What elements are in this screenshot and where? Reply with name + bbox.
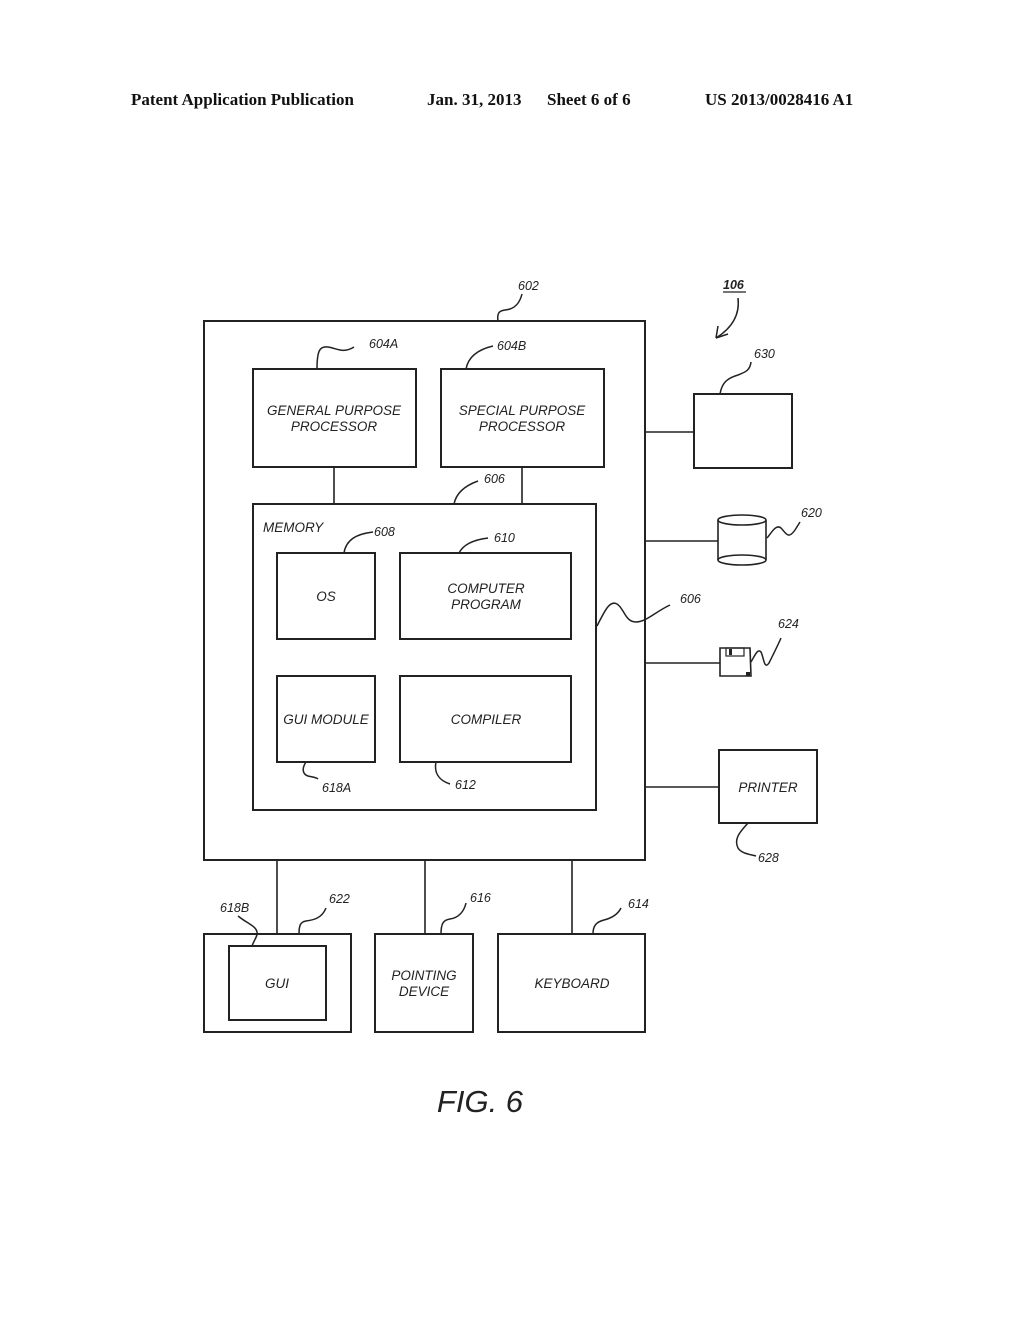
computer-program-label-2: PROGRAM <box>451 597 522 612</box>
storage-ref: 620 <box>801 506 822 520</box>
computer-ref: 602 <box>518 279 539 293</box>
memory-label: MEMORY <box>263 520 324 535</box>
gui-module-ref: 618A <box>322 781 351 795</box>
floppy-notch-icon <box>746 672 750 676</box>
pointing-device-leader <box>440 902 467 935</box>
system-ref-label: 106 <box>723 278 745 292</box>
computer-box <box>203 320 646 861</box>
bus-top-ref: 606 <box>484 472 505 486</box>
system-arrow-icon <box>715 297 740 339</box>
bus-right-ref: 606 <box>680 592 701 606</box>
storage-cylinder-icon <box>717 520 767 566</box>
peripheral-630-ref: 630 <box>754 347 775 361</box>
computer-program-label-1: COMPUTER <box>447 581 525 596</box>
pointing-device-label-2: DEVICE <box>399 984 450 999</box>
floppy-disk-icon <box>719 647 752 677</box>
pointing-device-box <box>374 933 474 1033</box>
pointing-device-label-1: POINTING <box>391 968 456 983</box>
compiler-leader <box>434 761 451 785</box>
display-ref: 622 <box>329 892 350 906</box>
gui-module-label: GUI MODULE <box>283 712 370 727</box>
os-ref: 608 <box>374 525 395 539</box>
printer-628: PRINTER 628 <box>645 749 818 865</box>
special-processor-ref: 604B <box>497 339 526 353</box>
computer-602: 602 <box>203 279 646 861</box>
memory: MEMORY OS 608 COMPUTER PROGRAM 610 GUI M… <box>252 503 597 811</box>
floppy-shutter-slot-icon <box>729 649 732 655</box>
printer-leader <box>735 822 757 857</box>
system-reference: 106 <box>715 278 746 339</box>
floppy-ref: 624 <box>778 617 799 631</box>
printer-ref: 628 <box>758 851 779 865</box>
computer-program-ref: 610 <box>494 531 515 545</box>
keyboard-label: KEYBOARD <box>534 976 609 991</box>
storage-620: 620 <box>645 506 822 566</box>
special-processor-leader <box>465 345 494 370</box>
special-processor-label-2: PROCESSOR <box>479 419 566 434</box>
computer-leader <box>496 293 523 322</box>
os-label: OS <box>316 589 336 604</box>
floppy-624: 624 <box>645 617 799 677</box>
bus-top-leader <box>453 480 479 505</box>
general-processor-box <box>252 368 417 468</box>
general-purpose-processor: GENERAL PURPOSE PROCESSOR 604A <box>252 337 417 468</box>
special-purpose-processor: SPECIAL PURPOSE PROCESSOR 604B <box>440 339 605 468</box>
gui-ref: 618B <box>220 901 249 915</box>
floppy-leader <box>750 637 782 666</box>
storage-cylinder-bottom-icon <box>717 554 767 561</box>
pointing-device-616: POINTING DEVICE 616 <box>374 891 491 1033</box>
figure-6-diagram: 106 602 GENERAL PURPOSE PROCESSOR 604A S… <box>203 278 822 1119</box>
keyboard-leader <box>592 907 622 935</box>
special-processor-label-1: SPECIAL PURPOSE <box>459 403 587 418</box>
special-processor-box <box>440 368 605 468</box>
computer-program-box <box>399 552 572 640</box>
gui-label: GUI <box>265 976 289 991</box>
general-processor-leader <box>316 346 355 370</box>
storage-leader <box>766 521 801 539</box>
pointing-device-ref: 616 <box>470 891 491 905</box>
computer-program-leader <box>458 537 489 554</box>
bus-right-leader <box>596 602 671 627</box>
floppy-shutter-icon <box>725 647 745 657</box>
peripheral-630: 630 <box>645 347 793 469</box>
gui-module-leader <box>302 761 319 780</box>
general-processor-label-1: GENERAL PURPOSE <box>267 403 402 418</box>
figure-caption: FIG. 6 <box>437 1084 524 1119</box>
peripheral-630-leader <box>719 361 752 395</box>
os-leader <box>343 531 374 554</box>
gui-leader <box>237 915 258 947</box>
compiler-ref: 612 <box>455 778 476 792</box>
display-leader <box>298 907 327 935</box>
printer-label: PRINTER <box>738 780 798 795</box>
storage-cylinder-top-icon <box>717 514 767 526</box>
peripheral-630-box <box>693 393 793 469</box>
general-processor-label-2: PROCESSOR <box>291 419 378 434</box>
keyboard-ref: 614 <box>628 897 649 911</box>
keyboard-614: KEYBOARD 614 <box>497 897 649 1033</box>
general-processor-ref: 604A <box>369 337 398 351</box>
compiler-label: COMPILER <box>451 712 522 727</box>
